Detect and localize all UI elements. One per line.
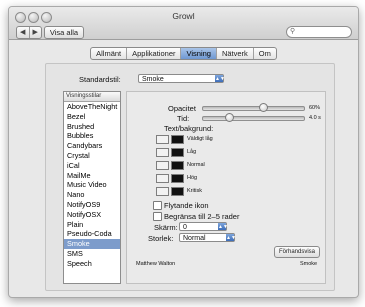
text-color-well[interactable] — [156, 148, 169, 157]
tab-4[interactable]: Om — [252, 48, 276, 59]
opacity-value: 60% — [309, 105, 321, 111]
list-item[interactable]: iCal — [64, 161, 120, 171]
style-author: Matthew Walton — [136, 261, 176, 267]
tab-2[interactable]: Visning — [180, 48, 216, 59]
size-value: Normal — [183, 235, 206, 242]
list-item[interactable]: Bubbles — [64, 131, 120, 141]
opacity-label: Opacitet — [168, 104, 196, 113]
priority-label: Normal — [187, 162, 205, 168]
back-arrow-icon[interactable]: ◀ — [17, 27, 29, 38]
search-field[interactable]: ⚲ — [286, 26, 352, 38]
background-color-well[interactable] — [171, 187, 184, 196]
default-style-label: Standardstil: — [79, 75, 121, 84]
styles-list-items: AboveTheNight Bezel Brushed Bubbles Candybar… — [64, 102, 120, 269]
list-item[interactable]: Smoke — [64, 239, 120, 249]
tab-bar: Allmänt Applikationer Visning Nätverk Om — [9, 47, 358, 60]
text-background-label: Text/bakgrund: — [164, 124, 214, 133]
priority-label: Låg — [187, 149, 197, 155]
priority-label: Hög — [187, 175, 198, 181]
limit-rows-label: Begränsa till 2–5 rader — [164, 212, 240, 221]
list-item[interactable]: Speech — [64, 259, 120, 269]
forward-arrow-icon[interactable]: ▶ — [28, 27, 42, 38]
priority-label: Väldigt låg — [187, 136, 213, 142]
list-item[interactable]: Music Video — [64, 180, 120, 190]
list-item[interactable]: NotifyOSX — [64, 210, 120, 220]
text-color-well[interactable] — [156, 161, 169, 170]
list-item[interactable]: Candybars — [64, 141, 120, 151]
duration-slider[interactable] — [202, 116, 305, 121]
list-item[interactable]: Crystal — [64, 151, 120, 161]
background-color-well[interactable] — [171, 174, 184, 183]
preview-button[interactable]: Förhandsvisa — [274, 246, 320, 258]
background-color-well[interactable] — [171, 148, 184, 157]
list-item[interactable]: Pseudo-Coda — [64, 229, 120, 239]
window-title: Growl — [172, 11, 195, 21]
screen-label: Skärm: — [154, 223, 178, 232]
duration-label: Tid: — [177, 114, 190, 123]
default-style-value: Smoke — [142, 76, 164, 83]
style-settings-panel: Opacitet 60% Tid: 4.0 s Text/bakgrund: V… — [126, 91, 326, 284]
floating-icon-label: Flytande ikon — [164, 201, 209, 210]
text-color-well[interactable] — [156, 135, 169, 144]
list-item[interactable]: Bezel — [64, 112, 120, 122]
styles-list[interactable]: Visningsstilar AboveTheNight Bezel Brushed… — [63, 91, 121, 284]
tab-1[interactable]: Applikationer — [126, 48, 180, 59]
display-pane: Standardstil: Smoke ▲▼ Visningsstilar Ab… — [45, 63, 335, 291]
floating-icon-checkbox[interactable] — [153, 201, 162, 210]
preferences-window: Growl ◀ ▶ Visa alla ⚲ Allmänt Applikation… — [8, 6, 359, 298]
screen-value: 0 — [183, 224, 187, 231]
list-item[interactable]: MailMe — [64, 171, 120, 181]
style-name: Smoke — [300, 261, 318, 267]
background-color-well[interactable] — [171, 135, 184, 144]
list-item[interactable]: Nano — [64, 190, 120, 200]
list-item[interactable]: Plain — [64, 220, 120, 230]
list-item[interactable]: Brushed — [64, 122, 120, 132]
opacity-slider-knob[interactable] — [258, 103, 268, 112]
default-style-select[interactable]: Smoke ▲▼ — [138, 74, 225, 83]
title-bar: Growl ◀ ▶ Visa alla ⚲ — [9, 7, 358, 40]
background-color-well[interactable] — [171, 161, 184, 170]
screen-stepper[interactable]: 0 ▲▼ — [179, 222, 228, 231]
navigation-buttons: ◀ ▶ — [16, 26, 42, 39]
search-icon: ⚲ — [290, 28, 296, 35]
limit-rows-checkbox[interactable] — [153, 212, 162, 221]
text-color-well[interactable] — [156, 174, 169, 183]
stepper-arrows-icon[interactable]: ▲▼ — [218, 223, 228, 230]
opacity-slider[interactable] — [202, 106, 305, 111]
tab-3[interactable]: Nätverk — [215, 48, 253, 59]
priority-label: Kritisk — [187, 188, 202, 194]
chevron-down-icon: ▲▼ — [226, 234, 236, 241]
tab-0[interactable]: Allmänt — [91, 48, 126, 59]
text-color-well[interactable] — [156, 187, 169, 196]
list-item[interactable]: SMS — [64, 249, 120, 259]
size-label: Storlek: — [148, 234, 174, 243]
show-all-button[interactable]: Visa alla — [44, 26, 84, 39]
tabs: Allmänt Applikationer Visning Nätverk Om — [90, 47, 277, 60]
list-item[interactable]: NotifyOS9 — [64, 200, 120, 210]
styles-list-header: Visningsstilar — [64, 92, 120, 102]
list-item[interactable]: AboveTheNight — [64, 102, 120, 112]
duration-value: 4.0 s — [309, 115, 321, 121]
size-select[interactable]: Normal ▲▼ — [179, 233, 236, 242]
chevron-down-icon: ▲▼ — [215, 75, 225, 82]
